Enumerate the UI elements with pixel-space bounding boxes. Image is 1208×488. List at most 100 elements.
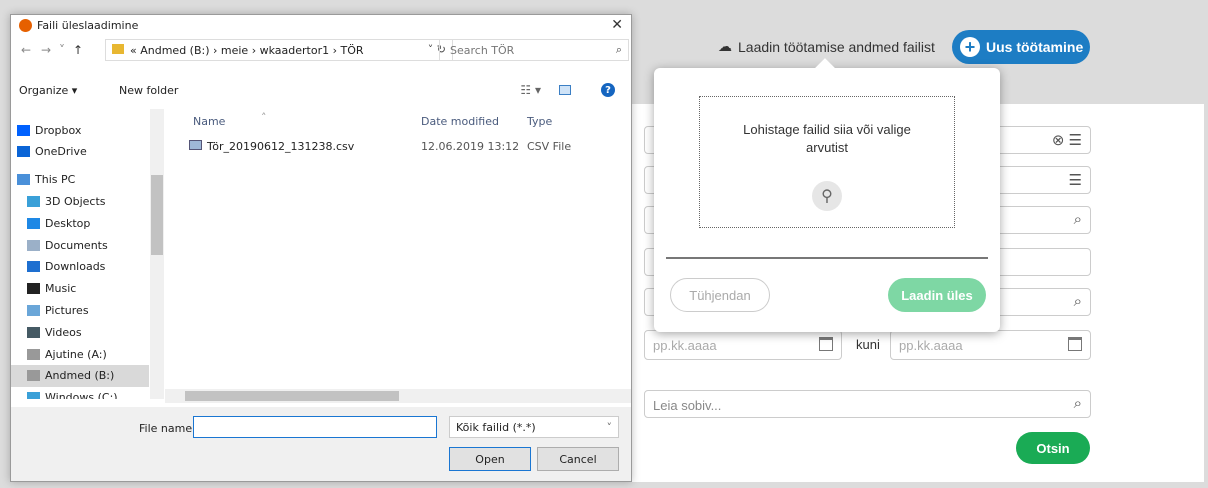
file-name-input[interactable] (193, 416, 437, 438)
sidebar-item-label: Downloads (45, 260, 106, 274)
divider (666, 257, 988, 259)
paperclip-icon[interactable]: ⚲ (812, 181, 842, 211)
documents-icon (27, 239, 40, 251)
computer-icon (17, 174, 30, 186)
column-type[interactable]: Type (527, 115, 552, 128)
download-icon (27, 261, 40, 273)
navigation-pane: Dropbox OneDrive This PC 3D Objects Desktop D… (11, 109, 165, 399)
folder-search-placeholder: Search TÖR (450, 44, 515, 57)
cancel-button[interactable]: Cancel (537, 447, 619, 471)
sidebar-item-label: Documents (45, 238, 108, 252)
sidebar-item-label: 3D Objects (45, 194, 106, 208)
help-icon[interactable]: ? (601, 83, 615, 97)
search-icon[interactable]: ⌕ (1074, 211, 1082, 228)
horizontal-scroll-thumb[interactable] (185, 391, 399, 401)
sidebar-item-label: Dropbox (35, 123, 82, 137)
sidebar-item[interactable]: Pictures (11, 299, 149, 321)
sidebar-item[interactable]: Desktop (11, 212, 149, 234)
close-icon[interactable]: ✕ (611, 17, 623, 33)
upload-popover: Lohistage failid siia või valige arvutis… (654, 58, 1000, 332)
sidebar-item-label: Ajutine (A:) (45, 347, 107, 361)
calendar-icon[interactable] (819, 337, 833, 351)
dropbox-icon (17, 124, 30, 136)
up-icon[interactable]: ↑ (73, 43, 83, 57)
drive-icon (27, 370, 40, 382)
sidebar-item-label: Videos (45, 325, 82, 339)
cloud-upload-icon: ☁ (718, 38, 732, 54)
nav-scrollbar[interactable] (150, 109, 164, 399)
organize-menu[interactable]: Organize ▾ (19, 84, 77, 97)
search-button[interactable]: Otsin (1016, 432, 1090, 464)
search-icon[interactable]: ⌕ (616, 43, 622, 57)
sidebar-item[interactable]: Downloads (11, 256, 149, 278)
file-type: CSV File (527, 140, 572, 153)
desktop-icon (27, 217, 40, 229)
new-folder-button[interactable]: New folder (119, 84, 178, 97)
upload-from-file-link[interactable]: ☁ Laadin töötamise andmed failist (718, 38, 935, 55)
sidebar-item[interactable]: Andmed (B:) (11, 364, 149, 387)
sidebar-item[interactable]: Videos (11, 321, 149, 343)
pictures-icon (27, 304, 40, 316)
dialog-footer: File name: Kõik failid (*.*) ˅ Open Canc… (11, 407, 631, 481)
clear-list-icon[interactable]: ⊗ ☰ (1052, 131, 1082, 149)
folder-icon (112, 44, 124, 54)
sidebar-item[interactable]: 3D Objects (11, 190, 149, 212)
sidebar-item[interactable]: Windows (C:) (11, 387, 149, 399)
date-to-placeholder: pp.kk.aaaa (899, 338, 963, 353)
videos-icon (27, 326, 40, 338)
nav-scroll-thumb[interactable] (151, 175, 163, 255)
dialog-toolbar: Organize ▾ New folder ☷ ▾ ? (11, 79, 631, 103)
search-placeholder: Leia sobiv... (653, 398, 722, 413)
column-name[interactable]: Name (193, 115, 225, 128)
sidebar-item[interactable]: This PC (11, 169, 149, 191)
sort-caret-icon: ˄ (261, 111, 267, 124)
file-type-value: Kõik failid (*.*) (456, 421, 536, 434)
dialog-titlebar: Faili üleslaadimine ✕ (11, 15, 631, 37)
sidebar-item[interactable]: Documents (11, 234, 149, 256)
date-from-input[interactable]: pp.kk.aaaa (644, 330, 842, 360)
calendar-icon[interactable] (1068, 337, 1082, 351)
file-name-label: File name: (139, 422, 196, 435)
search-icon[interactable]: ⌕ (1074, 293, 1082, 310)
forward-icon[interactable]: → (41, 43, 51, 57)
search-input[interactable]: Leia sobiv... ⌕ (644, 390, 1091, 418)
chevron-down-icon: ˅ (606, 421, 613, 434)
folder-search-input[interactable]: Search TÖR ⌕ (439, 39, 629, 61)
back-icon[interactable]: ← (21, 43, 31, 57)
address-bar[interactable]: « Andmed (B:) › meie › wkaadertor1 › TÖR… (105, 39, 453, 61)
open-button[interactable]: Open (449, 447, 531, 471)
date-from-placeholder: pp.kk.aaaa (653, 338, 717, 353)
sidebar-item-label: Music (45, 282, 77, 296)
file-name: Tör_20190612_131238.csv (207, 140, 355, 153)
sidebar-item-label: Windows (C:) (45, 391, 118, 399)
sidebar-item-label: Pictures (45, 303, 89, 317)
sidebar-item[interactable]: Music (11, 278, 149, 300)
breadcrumb[interactable]: « Andmed (B:) › meie › wkaadertor1 › TÖR (130, 44, 364, 57)
onedrive-icon (17, 146, 30, 158)
recent-dropdown-icon[interactable]: ˅ (59, 43, 65, 57)
search-icon[interactable]: ⌕ (1074, 395, 1082, 412)
sidebar-item[interactable]: Ajutine (A:) (11, 343, 149, 365)
preview-pane-icon[interactable] (559, 85, 571, 95)
clear-button[interactable]: Tühjendan (670, 278, 770, 312)
file-row[interactable]: Tör_20190612_131238.csv 12.06.2019 13:12… (171, 137, 629, 157)
firefox-icon (19, 19, 32, 32)
new-employment-button[interactable]: + Uus töötamine (952, 30, 1090, 64)
cube-icon (27, 195, 40, 207)
file-list: Name ˄ Date modified Type Tör_20190612_1… (171, 109, 629, 399)
list-icon[interactable]: ☰ (1069, 171, 1082, 189)
new-button-label: Uus töötamine (986, 39, 1084, 55)
file-type-select[interactable]: Kõik failid (*.*) ˅ (449, 416, 619, 438)
date-to-input[interactable]: pp.kk.aaaa (890, 330, 1091, 360)
dialog-title: Faili üleslaadimine (37, 19, 139, 32)
date-range: pp.kk.aaaa kuni pp.kk.aaaa (644, 330, 1091, 360)
column-date[interactable]: Date modified (421, 115, 499, 128)
view-options-icon[interactable]: ☷ ▾ (520, 83, 541, 97)
upload-button[interactable]: Laadin üles (888, 278, 986, 312)
sidebar-item[interactable]: Dropbox (11, 119, 149, 141)
sidebar-item[interactable]: OneDrive (11, 141, 149, 163)
file-dropzone[interactable]: Lohistage failid siia või valige arvutis… (699, 96, 955, 228)
upload-link-label: Laadin töötamise andmed failist (738, 38, 935, 55)
file-open-dialog: Faili üleslaadimine ✕ ← → ˅ ↑ « Andmed (… (10, 14, 632, 482)
horizontal-scrollbar[interactable] (165, 389, 631, 403)
